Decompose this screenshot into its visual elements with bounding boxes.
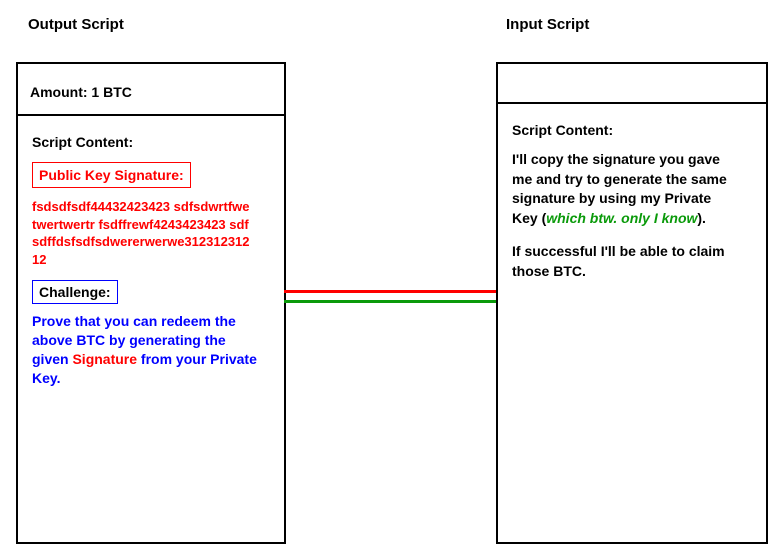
output-amount-header: Amount: 1 BTC	[18, 64, 284, 116]
challenge-signature-word: Signature	[72, 351, 137, 367]
input-header-empty	[498, 64, 766, 104]
output-script-box: Amount: 1 BTC Script Content: Public Key…	[16, 62, 286, 544]
challenge-label: Challenge:	[32, 280, 118, 304]
public-key-signature-label: Public Key Signature:	[32, 162, 191, 188]
script-content-label: Script Content:	[32, 134, 272, 150]
input-p1-post: ).	[697, 210, 706, 226]
input-paragraph-2: If successful I'll be able to claim thos…	[512, 242, 737, 281]
input-script-content-label: Script Content:	[512, 122, 754, 138]
input-paragraph-1: I'll copy the signature you gave me and …	[512, 150, 737, 228]
output-body: Script Content: Public Key Signature: fs…	[18, 116, 284, 400]
input-script-box: Script Content: I'll copy the signature …	[496, 62, 768, 544]
signature-data: fsdsdfsdf44432423423 sdfsdwrtfwetwertwer…	[32, 198, 252, 268]
output-script-title: Output Script	[28, 16, 124, 33]
input-body: Script Content: I'll copy the signature …	[498, 104, 766, 294]
input-script-title: Input Script	[506, 16, 589, 33]
connector-line-red	[284, 290, 496, 293]
challenge-text: Prove that you can redeem the above BTC …	[32, 312, 257, 388]
connector-line-green	[284, 300, 496, 303]
input-p1-green: which btw. only I know	[546, 210, 697, 226]
